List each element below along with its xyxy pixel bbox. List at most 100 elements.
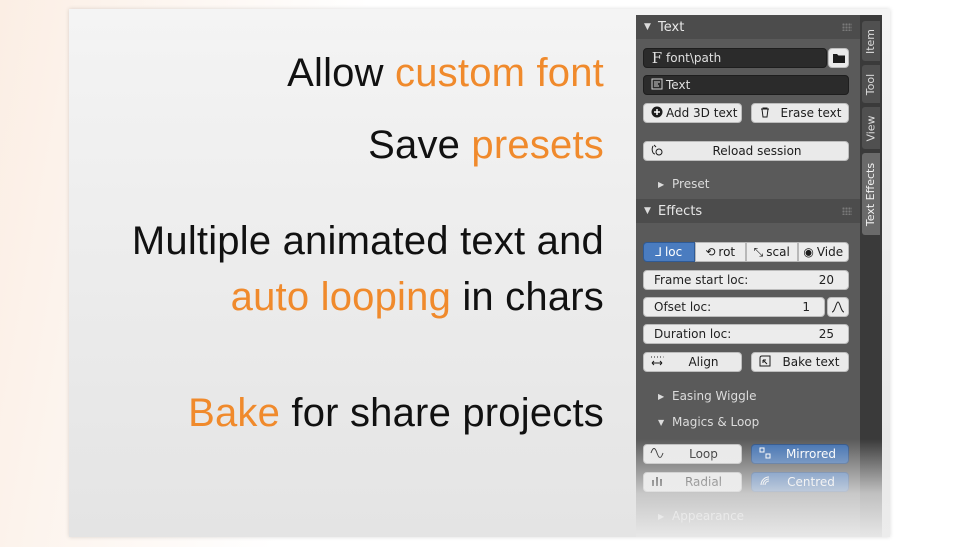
rotate-icon: ⟲ — [705, 245, 716, 259]
slogan-bake: Bake for share projects — [188, 393, 604, 433]
tab-text-effects[interactable]: Text Effects — [862, 153, 880, 235]
radial-toggle[interactable]: Radial — [643, 472, 742, 492]
font-path-value: font\path — [666, 51, 722, 65]
slogan-highlight: Bake — [188, 391, 281, 435]
subpanel-title: Magics & Loop — [672, 415, 760, 429]
erase-text-button[interactable]: Erase text — [751, 103, 849, 123]
curve-icon — [831, 301, 845, 313]
tab-label: Item — [864, 28, 878, 54]
slogan-highlight: custom font — [395, 51, 604, 95]
text-input-field[interactable]: Text — [643, 75, 849, 95]
slogan-highlight: auto looping — [230, 275, 452, 319]
plus-circle-icon — [648, 106, 666, 121]
curve-editor-button[interactable] — [827, 297, 849, 317]
sidebar-tab-strip: Item Tool View Text Effects — [860, 15, 882, 537]
slogan-text: in chars — [451, 275, 604, 319]
offset-field[interactable]: Ofset loc: 1 — [643, 297, 825, 317]
button-label: Centred — [787, 475, 835, 489]
tab-label: View — [864, 114, 878, 142]
preset-subpanel-header[interactable]: ▶ Preset — [636, 173, 860, 195]
appearance-subpanel[interactable]: ▶ Appearance — [636, 505, 860, 527]
centred-icon — [756, 475, 774, 490]
tab-item[interactable]: Item — [862, 21, 880, 61]
field-value: 1 — [802, 300, 810, 314]
slogan-highlight: presets — [471, 123, 604, 167]
bake-text-button[interactable]: Bake text — [751, 352, 849, 372]
font-f-icon: F — [651, 49, 663, 67]
subpanel-title: Preset — [672, 177, 710, 191]
bake-icon — [756, 355, 774, 370]
promo-card: Allow custom font Save presets Multiple … — [69, 9, 890, 537]
button-label: Add 3D text — [666, 106, 738, 120]
mode-label: loc — [664, 245, 683, 259]
tab-view[interactable]: View — [862, 107, 880, 149]
text-effects-panel: ▼ Text F font\path Text Add 3D text Eras… — [636, 15, 860, 537]
text-field-value: Text — [666, 78, 691, 92]
button-label: Erase text — [780, 106, 842, 120]
reload-session-icon — [648, 144, 666, 159]
mode-rot-button[interactable]: ⟲ rot — [694, 242, 746, 262]
axis-icon: ⅃ — [655, 245, 662, 259]
text-block-icon — [648, 78, 666, 93]
folder-browse-button[interactable] — [828, 48, 849, 68]
text-section-header[interactable]: ▼ Text — [636, 15, 860, 39]
effects-section-header[interactable]: ▼ Effects — [636, 199, 860, 223]
add-3d-text-button[interactable]: Add 3D text — [643, 103, 742, 123]
mode-vide-button[interactable]: ◉ Vide — [797, 242, 849, 262]
expand-arrow-icon: ▶ — [658, 511, 665, 521]
mode-label: Vide — [816, 245, 844, 259]
duration-field[interactable]: Duration loc: 25 — [643, 324, 849, 344]
section-title: Effects — [658, 203, 703, 219]
slogan-custom-font: Allow custom font — [287, 53, 604, 93]
frame-start-field[interactable]: Frame start loc: 20 — [643, 270, 849, 290]
radial-bars-icon — [648, 475, 666, 490]
button-label: Reload session — [712, 144, 802, 158]
slogan-auto-looping: auto looping in chars — [231, 277, 604, 317]
button-label: Radial — [684, 475, 723, 489]
folder-icon — [832, 54, 845, 63]
tab-label: Text Effects — [864, 162, 878, 226]
tab-tool[interactable]: Tool — [862, 65, 880, 103]
button-label: Mirrored — [785, 447, 837, 461]
align-button[interactable]: Align — [643, 352, 742, 372]
eye-icon: ◉ — [803, 245, 814, 259]
collapse-arrow-icon: ▼ — [658, 417, 665, 427]
effect-mode-selector: ⅃ loc ⟲ rot ⤡ scal ◉ Vide — [643, 242, 849, 262]
mirrored-icon — [756, 447, 774, 462]
subpanel-title: Appearance — [672, 509, 745, 523]
reload-session-button[interactable]: Reload session — [643, 141, 849, 161]
button-label: Align — [688, 355, 719, 369]
section-title: Text — [658, 19, 685, 35]
align-icon — [648, 355, 666, 370]
easing-wiggle-subpanel[interactable]: ▶ Easing Wiggle — [636, 385, 860, 407]
loop-wave-icon — [648, 447, 666, 462]
field-value: 25 — [818, 327, 834, 341]
scale-icon: ⤡ — [753, 244, 764, 259]
mode-label: scal — [766, 245, 790, 259]
magics-loop-subpanel[interactable]: ▼ Magics & Loop — [636, 411, 860, 433]
mode-loc-button[interactable]: ⅃ loc — [643, 242, 695, 262]
field-label: Frame start loc: — [654, 273, 749, 287]
font-path-field[interactable]: F font\path — [643, 48, 827, 68]
tab-label: Tool — [864, 73, 878, 95]
field-value: 20 — [818, 273, 834, 287]
button-label: Loop — [689, 447, 718, 461]
drag-grip-icon[interactable] — [842, 207, 852, 215]
collapse-arrow-icon: ▼ — [644, 206, 651, 216]
field-label: Ofset loc: — [654, 300, 712, 314]
collapse-arrow-icon: ▼ — [644, 22, 651, 32]
expand-arrow-icon: ▶ — [658, 179, 665, 189]
drag-grip-icon[interactable] — [842, 23, 852, 31]
mode-scal-button[interactable]: ⤡ scal — [746, 242, 798, 262]
slogan-text: Multiple animated text and — [131, 219, 604, 263]
button-label: Bake text — [782, 355, 840, 369]
centred-toggle[interactable]: Centred — [751, 472, 849, 492]
slogan-text: Save — [368, 123, 472, 167]
slogan-presets: Save presets — [368, 125, 604, 165]
slogan-text: for share projects — [280, 391, 604, 435]
mirrored-toggle[interactable]: Mirrored — [751, 444, 849, 464]
expand-arrow-icon: ▶ — [658, 391, 665, 401]
slogan-text: Allow — [287, 51, 396, 95]
trash-icon — [756, 106, 774, 121]
loop-toggle[interactable]: Loop — [643, 444, 742, 464]
